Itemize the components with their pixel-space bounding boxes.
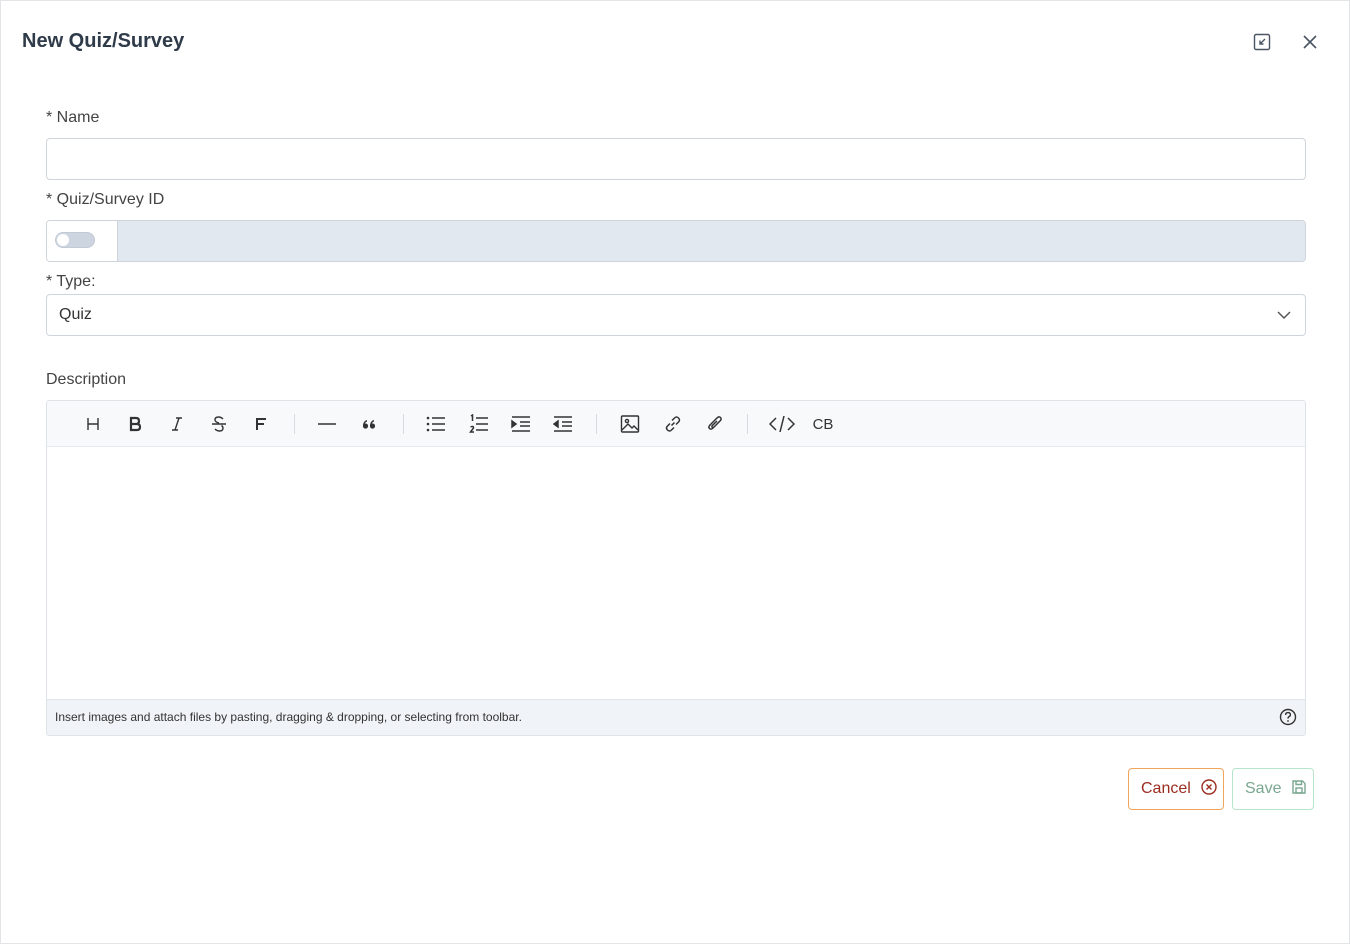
link-icon[interactable] [661,412,685,436]
code-icon[interactable] [769,412,795,436]
attachment-icon[interactable] [703,412,727,436]
font-icon[interactable] [249,412,273,436]
type-label: * Type: [46,273,96,290]
chevron-down-icon [1277,308,1291,327]
quiz-id-label: * Quiz/Survey ID [46,191,165,208]
dialog-title: New Quiz/Survey [22,30,185,52]
cancel-button[interactable]: Cancel [1128,768,1224,810]
bold-icon[interactable] [123,412,147,436]
help-icon[interactable] [1279,708,1297,726]
image-icon[interactable] [618,412,642,436]
type-select-value: Quiz [59,306,92,323]
horizontal-rule-icon[interactable] [315,412,339,436]
description-editor: CB Insert images and attach files by pas… [46,400,1306,736]
code-block-icon[interactable]: CB [810,412,836,436]
description-label: Description [46,371,127,388]
auto-id-toggle-container [47,221,118,261]
close-icon[interactable] [1299,31,1321,53]
indent-icon[interactable] [509,412,533,436]
italic-icon[interactable] [165,412,189,436]
editor-toolbar: CB [47,401,1305,447]
strikethrough-icon[interactable] [207,412,231,436]
cancel-circle-icon [1201,778,1217,800]
name-input[interactable] [46,138,1306,180]
quiz-id-input [118,221,1305,261]
outdent-icon[interactable] [551,412,575,436]
floppy-disk-icon [1291,779,1307,800]
auto-id-toggle[interactable] [55,232,95,248]
editor-hint: Insert images and attach files by pastin… [55,710,522,724]
cancel-button-label: Cancel [1141,780,1191,797]
description-textarea[interactable] [47,447,1305,701]
type-select[interactable]: Quiz [46,294,1306,336]
name-label: * Name [46,109,100,126]
numbered-list-icon[interactable] [467,412,491,436]
heading-icon[interactable] [81,412,105,436]
save-button-label: Save [1245,780,1282,797]
save-button[interactable]: Save [1232,768,1314,810]
editor-footer: Insert images and attach files by pastin… [47,699,1305,735]
new-quiz-dialog: New Quiz/Survey * Name * Quiz/Survey ID … [0,0,1350,944]
bullet-list-icon[interactable] [424,412,448,436]
quote-icon[interactable] [357,412,381,436]
quiz-id-group [46,220,1306,262]
minimize-window-icon[interactable] [1251,31,1273,53]
